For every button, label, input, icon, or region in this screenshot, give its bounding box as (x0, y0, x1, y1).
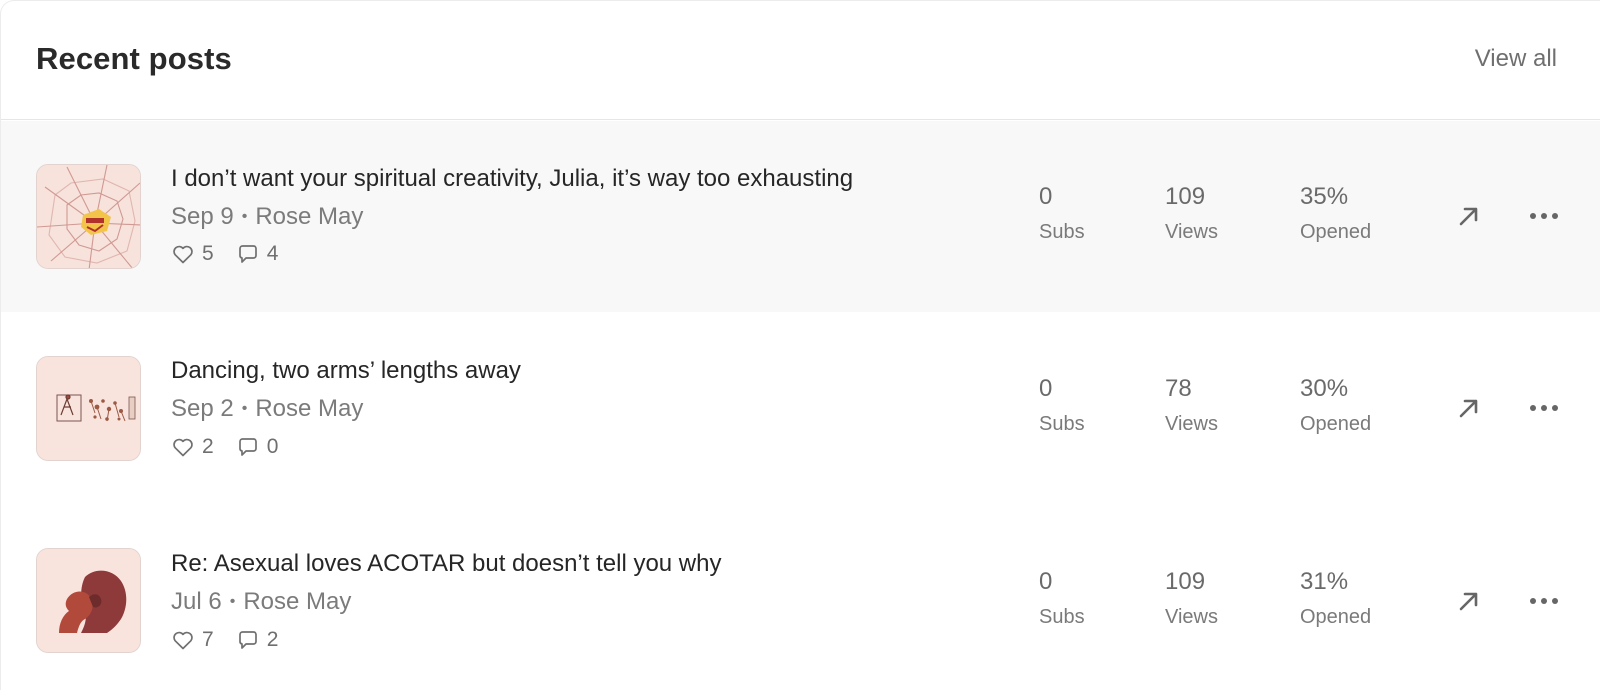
opened-stat: 35% Opened (1300, 183, 1420, 244)
post-author: Rose May (255, 395, 364, 422)
opened-label: Opened (1300, 221, 1372, 243)
post-engagement: 5 4 (171, 242, 300, 266)
post-meta: Jul 6 • Rose May (171, 588, 351, 616)
arrow-up-right-icon[interactable] (1455, 202, 1483, 230)
post-title[interactable]: Re: Asexual loves ACOTAR but doesn’t tel… (171, 550, 722, 578)
opened-value: 31% (1300, 568, 1349, 595)
post-date: Jul 6 (171, 588, 222, 615)
subs-value: 0 (1039, 183, 1053, 210)
heart-icon (173, 438, 193, 457)
panel-title: Recent posts (36, 41, 232, 76)
post-thumbnail[interactable] (36, 164, 141, 269)
post-row[interactable]: I don’t want your spiritual creativity, … (1, 121, 1600, 312)
meta-separator: • (241, 208, 248, 225)
subs-label: Subs (1039, 221, 1085, 243)
post-date: Sep 9 (171, 203, 234, 230)
meta-separator: • (229, 593, 236, 610)
views-stat: 109 Views (1165, 568, 1285, 629)
post-title[interactable]: I don’t want your spiritual creativity, … (171, 165, 853, 193)
views-label: Views (1165, 413, 1218, 435)
view-all-link[interactable]: View all (1475, 45, 1557, 73)
more-dots-icon[interactable] (1528, 210, 1560, 222)
subs-label: Subs (1039, 413, 1085, 435)
views-stat: 109 Views (1165, 183, 1285, 244)
comments-count[interactable]: 4 (236, 242, 279, 266)
comment-icon (238, 438, 257, 456)
heart-icon (173, 245, 193, 264)
opened-value: 30% (1300, 375, 1349, 402)
arrow-up-right-icon[interactable] (1455, 394, 1483, 422)
panel-header: Recent posts View all (1, 1, 1600, 120)
opened-value: 35% (1300, 183, 1349, 210)
post-engagement: 2 0 (171, 435, 300, 459)
views-label: Views (1165, 221, 1218, 243)
post-author: Rose May (243, 588, 352, 615)
more-dots-icon[interactable] (1528, 402, 1560, 414)
views-stat: 78 Views (1165, 375, 1285, 436)
post-date: Sep 2 (171, 395, 234, 422)
post-thumbnail[interactable] (36, 356, 141, 461)
subs-label: Subs (1039, 606, 1085, 628)
more-dots-icon[interactable] (1528, 595, 1560, 607)
post-thumbnail[interactable] (36, 548, 141, 653)
comment-icon (238, 631, 257, 649)
subs-stat: 0 Subs (1039, 375, 1159, 436)
comments-value: 0 (266, 435, 279, 458)
post-engagement: 7 2 (171, 628, 300, 652)
embracing-couple-silhouette-image (37, 549, 140, 652)
opened-label: Opened (1300, 413, 1372, 435)
post-meta: Sep 9 • Rose May (171, 203, 363, 231)
post-title[interactable]: Dancing, two arms’ lengths away (171, 357, 521, 385)
comment-icon (238, 245, 257, 263)
arrow-up-right-icon[interactable] (1455, 587, 1483, 615)
post-row[interactable]: Dancing, two arms’ lengths away Sep 2 • Ro… (1, 312, 1600, 504)
subs-value: 0 (1039, 568, 1053, 595)
likes-count[interactable]: 7 (171, 628, 214, 652)
post-meta: Sep 2 • Rose May (171, 395, 363, 423)
shattered-glass-image (37, 165, 140, 268)
post-row[interactable]: Re: Asexual loves ACOTAR but doesn’t tel… (1, 504, 1600, 690)
likes-count[interactable]: 5 (171, 242, 214, 266)
subs-value: 0 (1039, 375, 1053, 402)
views-label: Views (1165, 606, 1218, 628)
opened-stat: 30% Opened (1300, 375, 1420, 436)
likes-value: 5 (202, 242, 214, 265)
likes-count[interactable]: 2 (171, 435, 214, 459)
comments-value: 4 (266, 242, 279, 265)
opened-stat: 31% Opened (1300, 568, 1420, 629)
views-value: 109 (1165, 183, 1206, 210)
dancing-figures-image (37, 357, 140, 460)
post-author: Rose May (255, 203, 364, 230)
opened-label: Opened (1300, 606, 1372, 628)
views-value: 78 (1165, 375, 1192, 402)
comments-count[interactable]: 0 (236, 435, 279, 459)
heart-icon (173, 631, 193, 650)
recent-posts-panel: Recent posts View all I don’t want your … (0, 0, 1600, 690)
comments-value: 2 (266, 628, 279, 651)
likes-value: 7 (202, 628, 214, 651)
meta-separator: • (241, 400, 248, 417)
views-value: 109 (1165, 568, 1206, 595)
likes-value: 2 (202, 435, 214, 458)
comments-count[interactable]: 2 (236, 628, 279, 652)
subs-stat: 0 Subs (1039, 183, 1159, 244)
subs-stat: 0 Subs (1039, 568, 1159, 629)
